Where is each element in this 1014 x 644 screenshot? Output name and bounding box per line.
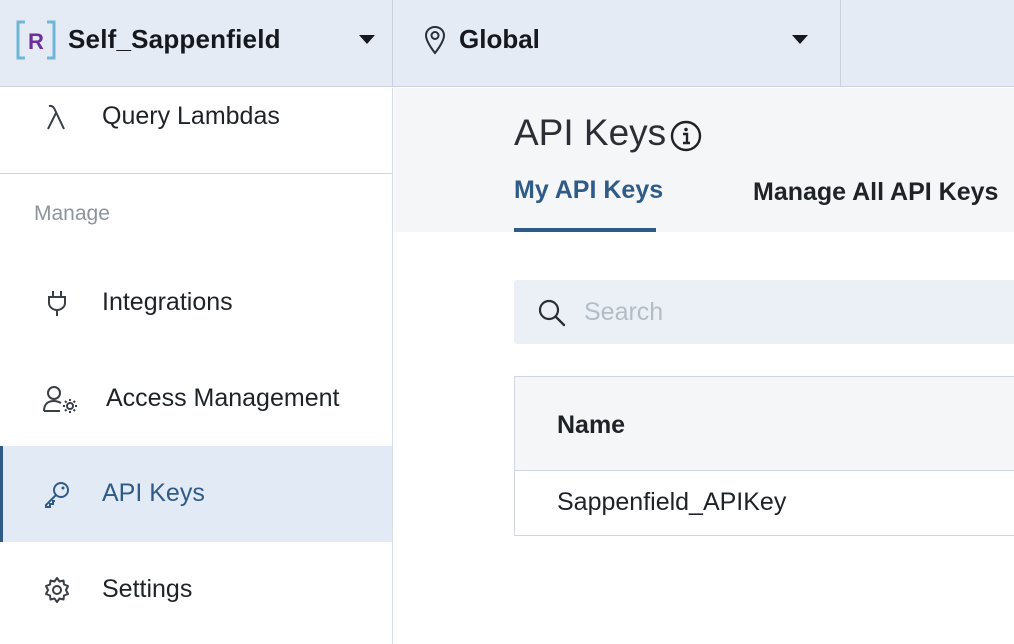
- sidebar-section-label: Manage: [34, 202, 110, 225]
- sidebar-item-label: Access Management: [106, 384, 340, 412]
- sidebar-item-settings[interactable]: Settings: [0, 542, 392, 638]
- sidebar-item-access-management[interactable]: Access Management: [0, 351, 392, 447]
- org-switcher[interactable]: R Self_Sappenfield: [0, 0, 393, 87]
- top-bar: R Self_Sappenfield Global: [0, 0, 1014, 87]
- page-header: API Keys My API Keys Manage All API Keys: [394, 88, 1014, 232]
- sidebar: Query Lambdas Manage Integrations Access…: [0, 88, 393, 644]
- plug-icon: [48, 291, 66, 316]
- sidebar-divider: [0, 173, 392, 174]
- rockset-logo-icon: R: [16, 20, 56, 60]
- search-input[interactable]: [584, 280, 1014, 344]
- lambda-icon: [47, 104, 65, 130]
- region-switcher[interactable]: Global: [394, 0, 841, 87]
- sidebar-item-label: Settings: [102, 575, 193, 603]
- sidebar-item-query-lambdas[interactable]: Query Lambdas: [0, 78, 392, 174]
- chevron-down-icon: [359, 35, 375, 44]
- main-content: API Keys My API Keys Manage All API Keys…: [394, 88, 1014, 644]
- org-name: Self_Sappenfield: [68, 24, 281, 54]
- search-box: [514, 280, 1014, 344]
- page-title: API Keys: [514, 112, 667, 153]
- sidebar-item-api-keys[interactable]: API Keys: [0, 446, 392, 542]
- region-name: Global: [459, 24, 540, 54]
- gear-icon: [45, 577, 69, 603]
- table-header: Name: [515, 377, 1014, 471]
- map-pin-icon: [424, 25, 446, 55]
- chevron-down-icon: [792, 35, 808, 44]
- sidebar-item-integrations[interactable]: Integrations: [0, 255, 392, 351]
- active-tab-indicator: [514, 228, 656, 232]
- tab-manage-all-api-keys[interactable]: Manage All API Keys: [753, 178, 998, 207]
- sidebar-item-label: Integrations: [102, 288, 233, 316]
- table-row[interactable]: Sappenfield_APIKey: [515, 472, 1014, 535]
- column-header-name[interactable]: Name: [557, 411, 625, 440]
- search-icon: [538, 299, 566, 327]
- tab-my-api-keys[interactable]: My API Keys: [514, 176, 663, 205]
- key-icon: [45, 482, 69, 508]
- api-key-name: Sappenfield_APIKey: [557, 488, 787, 516]
- sidebar-item-label: API Keys: [102, 479, 205, 507]
- svg-text:R: R: [28, 29, 44, 54]
- sidebar-item-label: Query Lambdas: [102, 102, 280, 130]
- user-gear-icon: [43, 386, 77, 413]
- api-keys-table: Name Sappenfield_APIKey: [514, 376, 1014, 536]
- info-icon[interactable]: [669, 119, 703, 153]
